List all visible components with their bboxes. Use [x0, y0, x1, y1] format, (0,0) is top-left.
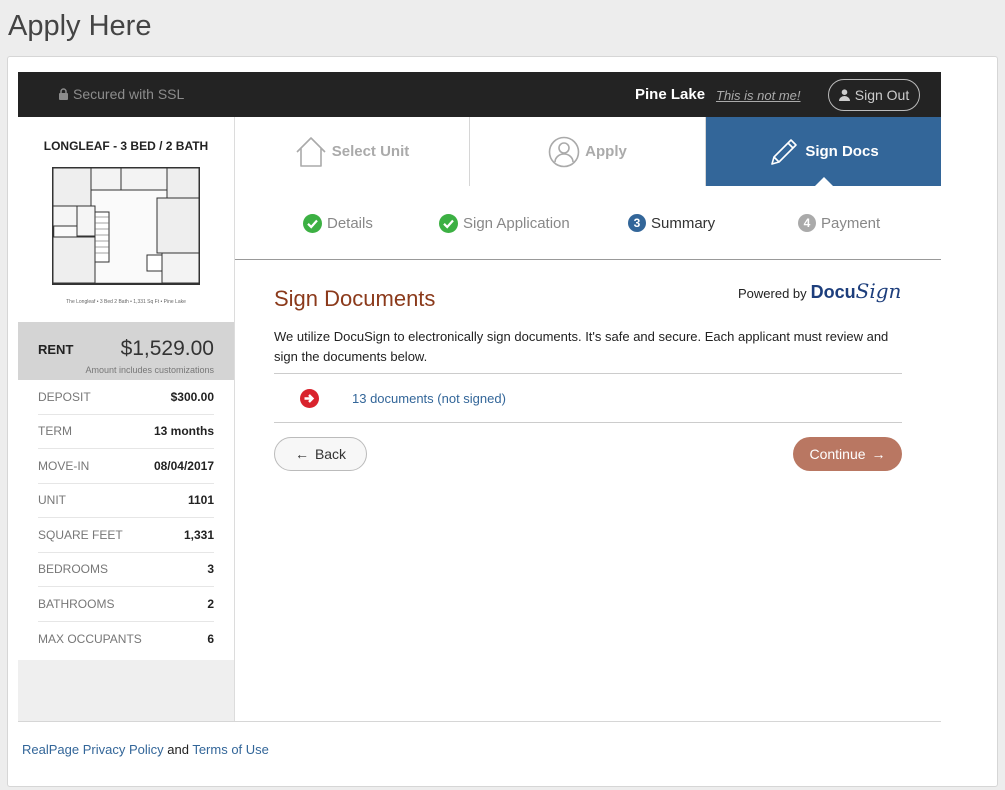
- detail-label: MOVE-IN: [38, 458, 90, 473]
- page-title: Apply Here: [8, 10, 152, 42]
- lock-icon: [59, 88, 68, 100]
- detail-label: MAX OCCUPANTS: [38, 631, 142, 646]
- step-number-badge: 4: [798, 214, 816, 232]
- detail-value: 1101: [187, 493, 214, 508]
- application-card: Secured with SSL Pine Lake This is not m…: [7, 56, 998, 787]
- tab-label: Select Unit: [331, 143, 410, 160]
- detail-row-unit: UNIT 1101: [38, 484, 214, 518]
- user-icon: [548, 136, 580, 167]
- step-number-badge: 3: [628, 214, 646, 232]
- back-label: Back: [314, 446, 347, 462]
- pencil-icon: [771, 138, 798, 165]
- unit-summary: LONGLEAF - 3 BED / 2 BATH The Longleaf •…: [18, 117, 234, 322]
- tab-label: Sign Docs: [805, 143, 879, 160]
- detail-value: $300.00: [170, 389, 214, 404]
- arrow-right-icon: →: [871, 446, 886, 462]
- arrow-left-icon: ←: [294, 446, 309, 462]
- back-button[interactable]: ← Back: [274, 437, 367, 471]
- tab-apply[interactable]: Apply: [470, 117, 706, 186]
- section-title: Sign Documents: [274, 286, 436, 311]
- detail-value: 2: [207, 596, 214, 611]
- tab-label: Apply: [585, 143, 627, 160]
- substep-details[interactable]: Details: [303, 214, 373, 233]
- docusign-badge: Powered by DocuSign: [738, 279, 901, 303]
- detail-value: 1,331: [183, 527, 214, 542]
- detail-row-max-occupants: MAX OCCUPANTS 6: [38, 622, 214, 657]
- detail-label: SQUARE FEET: [38, 527, 123, 542]
- rent-label: RENT: [38, 342, 74, 357]
- house-icon: [296, 136, 326, 167]
- rent-summary: RENT $1,529.00 Amount includes customiza…: [18, 322, 234, 380]
- user-icon: [838, 89, 850, 101]
- detail-value: 13 months: [153, 424, 214, 439]
- documents-row: 13 documents (not signed): [274, 373, 902, 423]
- detail-label: DEPOSIT: [38, 389, 91, 404]
- detail-row-bedrooms: BEDROOMS 3: [38, 553, 214, 587]
- tab-sign-docs[interactable]: Sign Docs: [706, 117, 941, 187]
- floorplan-caption: The Longleaf • 3 Bed 2 Bath • 1,331 Sq F…: [66, 299, 186, 305]
- substep-label: Sign Application: [463, 215, 570, 232]
- detail-row-square-feet: SQUARE FEET 1,331: [38, 518, 214, 553]
- rent-value: $1,529.00: [120, 337, 214, 360]
- ssl-label: Secured with SSL: [73, 86, 185, 102]
- continue-button[interactable]: Continue →: [793, 437, 902, 471]
- step-tabs: Select Unit Apply Sign Docs: [235, 117, 941, 187]
- privacy-policy-link[interactable]: RealPage Privacy Policy: [22, 742, 164, 757]
- substep-summary[interactable]: 3 Summary: [628, 214, 715, 232]
- sub-steps: Details Sign Application 3 Summary 4 Pay…: [235, 187, 941, 260]
- detail-label: BATHROOMS: [38, 596, 115, 611]
- detail-label: UNIT: [38, 493, 66, 508]
- unit-details-list: DEPOSIT $300.00 TERM 13 months MOVE-IN 08/0…: [18, 380, 234, 660]
- documents-link[interactable]: 13 documents (not signed): [352, 391, 506, 406]
- unit-sidebar: LONGLEAF - 3 BED / 2 BATH The Longleaf •…: [18, 117, 235, 721]
- rent-note: Amount includes customizations: [85, 365, 214, 375]
- detail-value: 08/04/2017: [153, 458, 214, 473]
- detail-label: TERM: [38, 424, 72, 439]
- detail-value: 3: [207, 562, 214, 577]
- detail-row-bathrooms: BATHROOMS 2: [38, 587, 214, 622]
- docusign-logo: DocuSign: [810, 279, 902, 303]
- substep-label: Details: [327, 215, 373, 232]
- checkmark-icon: [439, 214, 458, 233]
- ssl-indicator: Secured with SSL: [58, 86, 184, 102]
- continue-label: Continue: [809, 446, 866, 462]
- detail-row-term: TERM 13 months: [38, 415, 214, 449]
- powered-by-label: Powered by: [738, 286, 807, 301]
- tab-select-unit[interactable]: Select Unit: [235, 117, 470, 186]
- community-name: Pine Lake: [635, 86, 706, 103]
- footer-divider: [18, 721, 941, 722]
- substep-label: Payment: [821, 214, 881, 232]
- not-me-link[interactable]: This is not me!: [716, 88, 801, 103]
- footer-and: and: [163, 742, 193, 757]
- substep-label: Summary: [651, 214, 716, 232]
- unit-name: LONGLEAF - 3 BED / 2 BATH: [43, 139, 209, 153]
- terms-of-use-link[interactable]: Terms of Use: [192, 742, 269, 757]
- sign-out-button[interactable]: Sign Out: [828, 79, 920, 111]
- detail-row-deposit: DEPOSIT $300.00: [38, 380, 214, 415]
- checkmark-icon: [303, 214, 322, 233]
- section-description: We utilize DocuSign to electronically si…: [274, 329, 889, 364]
- detail-value: 6: [207, 631, 214, 646]
- substep-sign-application[interactable]: Sign Application: [439, 214, 570, 233]
- detail-row-move-in: MOVE-IN 08/04/2017: [38, 449, 214, 484]
- substep-payment: 4 Payment: [798, 214, 880, 232]
- top-bar: Secured with SSL Pine Lake This is not m…: [18, 72, 941, 117]
- footer: RealPage Privacy Policy and Terms of Use: [22, 742, 269, 757]
- arrow-right-circle-icon: [300, 389, 319, 408]
- floorplan-image: [52, 167, 200, 285]
- detail-label: BEDROOMS: [38, 562, 109, 577]
- sign-out-label: Sign Out: [854, 87, 910, 103]
